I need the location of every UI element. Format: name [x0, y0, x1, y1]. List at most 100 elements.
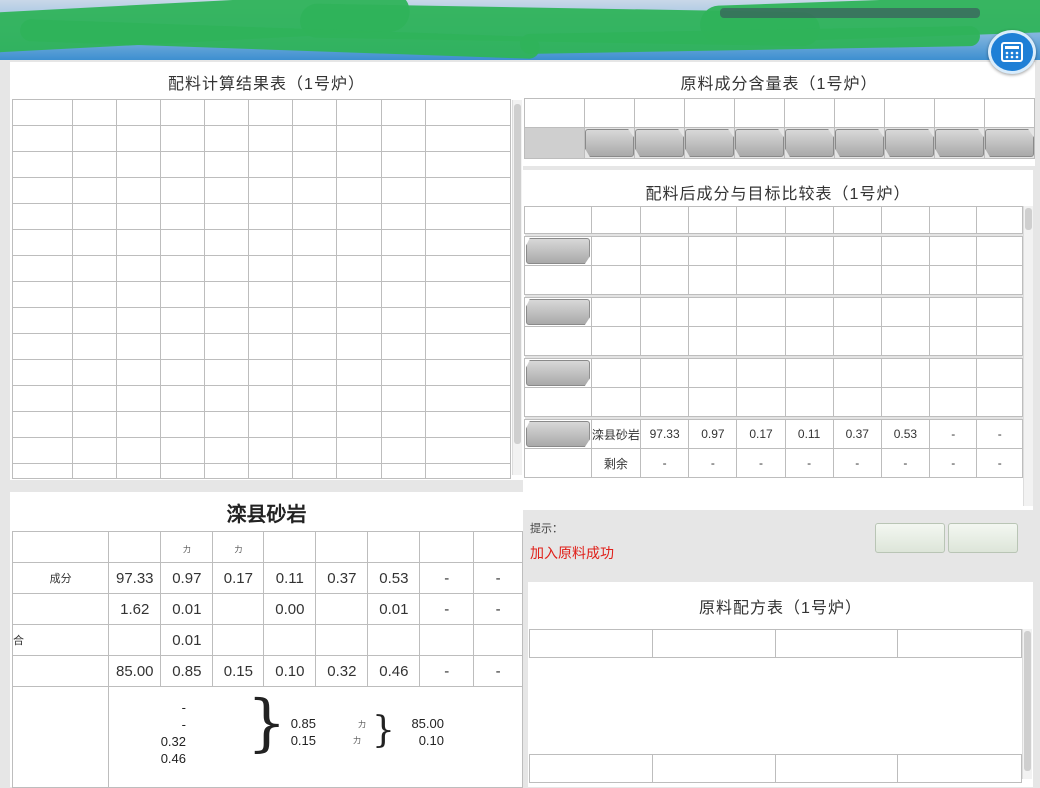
value-cell: 0.17: [736, 419, 786, 449]
row-select-button[interactable]: [525, 360, 590, 386]
table-cell: [774, 754, 899, 783]
table-cell: [934, 98, 985, 128]
table-cell: [928, 358, 978, 388]
scroll-thumb[interactable]: [514, 104, 521, 444]
table-cell: [928, 236, 978, 266]
table-cell: [11, 125, 74, 152]
table-cell: [380, 333, 426, 360]
table-cell: [928, 387, 978, 417]
action-button-1[interactable]: [875, 523, 945, 553]
value-cell: -: [473, 593, 523, 625]
value-cell: [263, 624, 317, 656]
table-row: [11, 333, 512, 360]
table-cell: [473, 531, 523, 563]
material-button[interactable]: [635, 129, 684, 157]
table-cell: [736, 297, 786, 327]
table-cell: [884, 98, 935, 128]
material-select-cell: [684, 127, 735, 159]
table-cell: [204, 203, 250, 230]
summary-value: -: [181, 717, 186, 732]
vertical-scrollbar[interactable]: [1022, 629, 1032, 779]
table-cell: [11, 385, 74, 412]
table-cell: [72, 229, 118, 256]
table-cell: [688, 297, 738, 327]
table-row: [11, 307, 512, 334]
calculator-button[interactable]: [988, 30, 1036, 74]
table-cell: [292, 411, 338, 438]
table-cell: [292, 359, 338, 386]
table-cell: [524, 326, 592, 356]
vertical-scrollbar[interactable]: [1023, 206, 1033, 506]
table-cell: [72, 281, 118, 308]
value-cell: 0.00: [263, 593, 317, 625]
scroll-thumb[interactable]: [1024, 631, 1031, 771]
table-row: [11, 203, 512, 230]
table-cell: [336, 255, 382, 282]
table-cell: [590, 265, 641, 295]
material-button[interactable]: [685, 129, 734, 157]
table-cell: [116, 229, 162, 256]
table-cell: [734, 98, 785, 128]
material-detail-panel: 滦县砂岩 力力成分 97.33 0.97 0.17 0.11 0.37 0.53- -1.62…: [10, 492, 523, 788]
table-cell: [160, 333, 206, 360]
material-button[interactable]: [835, 129, 884, 157]
table-row: [524, 265, 1023, 295]
table-cell: [784, 265, 834, 295]
table-cell: [736, 265, 786, 295]
table-cell: [292, 333, 338, 360]
table-cell: [72, 125, 118, 152]
row-select-button[interactable]: [525, 421, 590, 447]
material-button[interactable]: [585, 129, 634, 157]
table-cell: [380, 463, 426, 479]
table-cell: [11, 229, 74, 256]
table-cell: [116, 463, 162, 479]
row-select-button[interactable]: [525, 238, 590, 264]
table-cell: [639, 387, 690, 417]
table-cell: [897, 629, 1022, 658]
value-cell: 0.01: [160, 593, 214, 625]
panel-title: 配料后成分与目标比较表（1号炉）: [645, 186, 911, 203]
material-button[interactable]: [735, 129, 784, 157]
value-cell: 0.11: [784, 419, 834, 449]
table-cell: [424, 463, 512, 479]
table-cell: [524, 236, 592, 266]
table-cell: [590, 387, 641, 417]
table-cell: [424, 177, 512, 204]
row-label: 合: [11, 624, 110, 656]
table-cell: [424, 281, 512, 308]
table-cell: [336, 203, 382, 230]
table-cell: [832, 265, 882, 295]
scroll-thumb[interactable]: [1025, 208, 1032, 230]
table-cell: [204, 151, 250, 178]
material-button[interactable]: [935, 129, 984, 157]
summary-value: -: [181, 700, 186, 715]
table-row: [11, 437, 512, 464]
table-cell: [976, 387, 1023, 417]
vertical-scrollbar[interactable]: [512, 100, 522, 475]
table-cell: [116, 203, 162, 230]
value-cell: -: [976, 419, 1023, 449]
table-row: [11, 411, 512, 438]
row-select-button[interactable]: [525, 299, 590, 325]
table-cell: [292, 125, 338, 152]
material-button[interactable]: [985, 129, 1034, 157]
table-cell: [639, 297, 690, 327]
table-cell: [160, 177, 206, 204]
value-cell: [419, 624, 475, 656]
table-cell: [784, 297, 834, 327]
value-cell: 0.10: [263, 655, 317, 687]
table-cell: [336, 359, 382, 386]
table-cell: [976, 206, 1023, 234]
table-cell: [204, 99, 250, 126]
table-cell: [72, 463, 118, 479]
table-cell: [116, 333, 162, 360]
unit-mark: 力: [234, 544, 243, 554]
material-button[interactable]: [885, 129, 934, 157]
material-button[interactable]: [785, 129, 834, 157]
table-cell: [204, 125, 250, 152]
action-button-2[interactable]: [948, 523, 1018, 553]
table-cell: [336, 385, 382, 412]
calc-result-table: [11, 99, 512, 479]
material-select-cell: [784, 127, 835, 159]
table-cell: [639, 236, 690, 266]
